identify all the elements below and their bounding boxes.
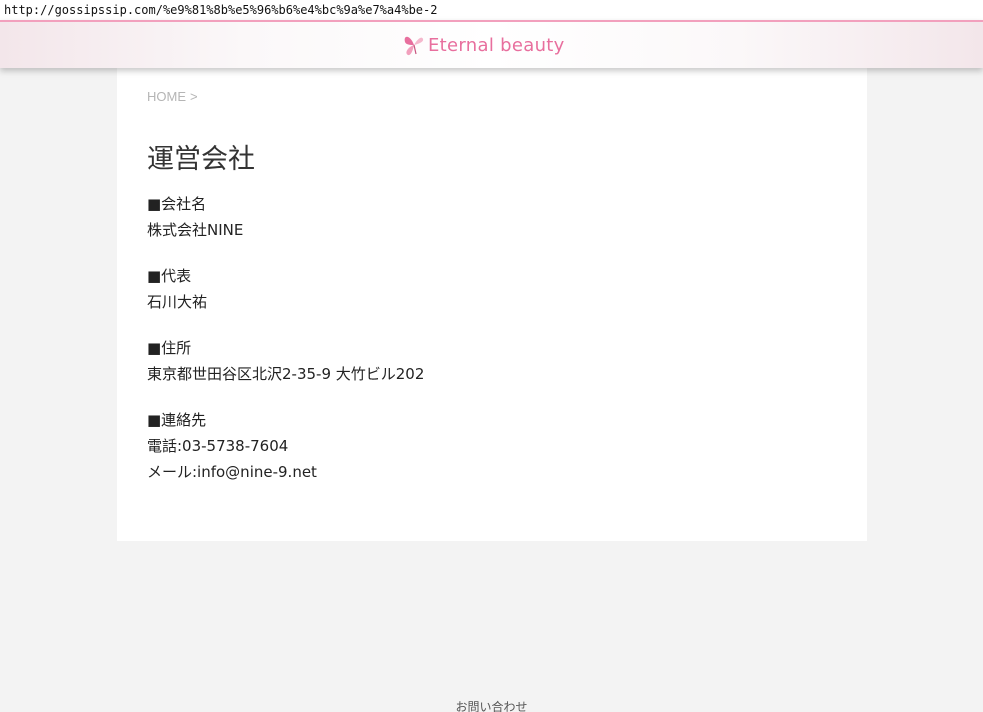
breadcrumb-separator: >	[190, 89, 198, 104]
url-text: http://gossipssip.com/%e9%81%8b%e5%96%b6…	[4, 3, 438, 17]
page-title: 運営会社	[147, 144, 255, 175]
section-heading: ■連絡先	[147, 411, 207, 429]
info-section-representative: ■代表 石川大祐	[147, 263, 837, 315]
breadcrumb-home-link[interactable]: HOME	[147, 89, 186, 104]
contact-email: メール:info@nine-9.net	[147, 463, 317, 481]
site-logo[interactable]: Eternal beauty	[402, 31, 565, 59]
footer-contact-link[interactable]: お問い合わせ	[0, 698, 983, 712]
section-value: 石川大祐	[147, 293, 208, 311]
breadcrumb: HOME >	[147, 88, 837, 106]
logo-text: Eternal beauty	[428, 34, 565, 56]
site-header: Eternal beauty	[0, 20, 983, 68]
section-heading: ■住所	[147, 339, 192, 357]
info-section-address: ■住所 東京都世田谷区北沢2-35-9 大竹ビル202	[147, 335, 837, 387]
section-heading: ■代表	[147, 267, 192, 285]
main-content: HOME > 運営会社 ■会社名 株式会社NINE ■代表 石川大祐 ■住所 東京…	[117, 68, 867, 541]
address-bar[interactable]: http://gossipssip.com/%e9%81%8b%e5%96%b6…	[0, 0, 983, 20]
section-value: 東京都世田谷区北沢2-35-9 大竹ビル202	[147, 365, 425, 383]
section-value: 株式会社NINE	[147, 221, 244, 239]
info-section-company-name: ■会社名 株式会社NINE	[147, 191, 837, 243]
section-heading: ■会社名	[147, 195, 207, 213]
butterfly-icon	[404, 36, 424, 56]
company-info: ■会社名 株式会社NINE ■代表 石川大祐 ■住所 東京都世田谷区北沢2-35…	[147, 191, 837, 485]
contact-phone: 電話:03-5738-7604	[147, 437, 289, 455]
info-section-contact: ■連絡先 電話:03-5738-7604 メール:info@nine-9.net	[147, 407, 837, 485]
